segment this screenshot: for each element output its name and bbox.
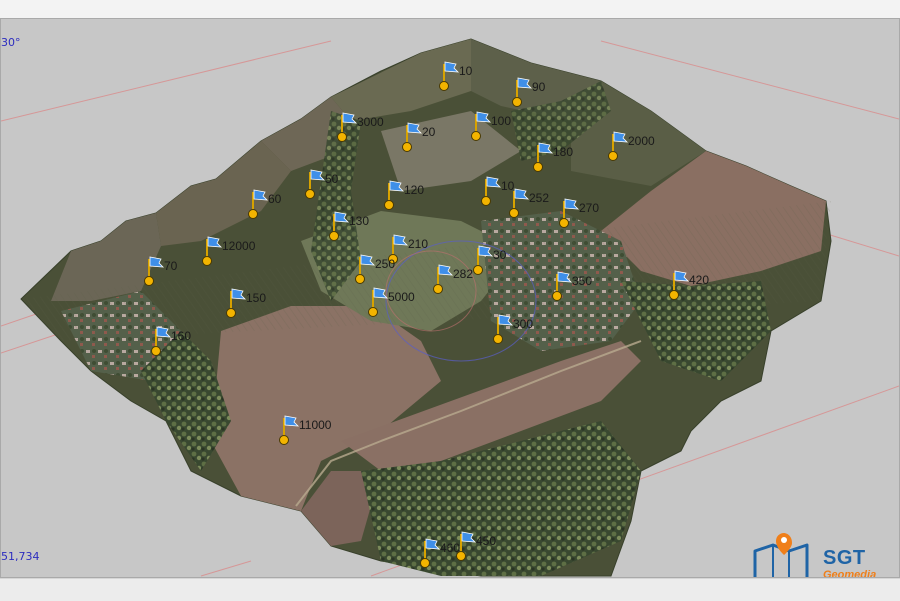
marker-label: 130	[349, 214, 369, 228]
marker-label: 60	[268, 192, 282, 206]
marker-pin-icon	[473, 265, 483, 275]
marker-label: 300	[513, 317, 533, 331]
marker-pin-icon	[402, 142, 412, 152]
marker-label: 100	[491, 114, 511, 128]
marker-pin-icon	[433, 284, 443, 294]
marker-label: 20	[422, 125, 436, 139]
marker-pin-icon	[512, 97, 522, 107]
marker-pin-icon	[533, 162, 543, 172]
marker-label: 282	[453, 267, 473, 281]
marker-pin-icon	[471, 131, 481, 141]
angle-readout: 30°	[1, 36, 21, 49]
marker-pin-icon	[559, 218, 569, 228]
coordinate-readout: 51,734	[1, 550, 40, 563]
marker-pin-icon	[439, 81, 449, 91]
terrain-scene: 10 90 3000 20 100 180 2000 60 50 120 10 252 270 130 12…	[1, 38, 899, 577]
marker-pin-icon	[202, 256, 212, 266]
marker-pin-icon	[669, 290, 679, 300]
marker-pin-icon	[337, 132, 347, 142]
map-pin-icon	[753, 533, 809, 577]
marker-pin-icon	[226, 308, 236, 318]
marker-pin-icon	[481, 196, 491, 206]
marker-pin-icon	[608, 151, 618, 161]
marker-label: 10	[459, 64, 473, 78]
marker-label: 3000	[357, 115, 384, 129]
map-3d-viewport[interactable]: 10 90 3000 20 100 180 2000 60 50 120 10 252 270 130 12…	[0, 18, 900, 578]
logo-brand: SGT	[823, 547, 866, 569]
marker-pin-icon	[509, 208, 519, 218]
marker-label: 120	[404, 183, 424, 197]
window-top-bar	[0, 0, 900, 18]
marker-pin-icon	[456, 551, 466, 561]
marker-label: 150	[246, 291, 266, 305]
marker-label: 180	[553, 145, 573, 159]
marker-pin-icon	[384, 200, 394, 210]
marker-pin-icon	[144, 276, 154, 286]
marker-pin-icon	[279, 435, 289, 445]
sgt-logo: SGT Geomedia	[751, 533, 891, 578]
marker-pin-icon	[355, 274, 365, 284]
marker-pin-icon	[552, 291, 562, 301]
marker-label: 10	[501, 179, 515, 193]
marker-label: 250	[375, 257, 395, 271]
marker-label: 350	[572, 274, 592, 288]
logo-subtitle: Geomedia	[823, 569, 877, 578]
marker-pin-icon	[368, 307, 378, 317]
marker-label: 270	[579, 201, 599, 215]
marker-label: 450	[476, 534, 496, 548]
window-status-bar	[0, 578, 900, 601]
marker-pin-icon	[420, 558, 430, 568]
marker-pin-icon	[151, 346, 161, 356]
marker-label: 30	[493, 248, 507, 262]
marker-label: 252	[529, 191, 549, 205]
marker-label: 50	[325, 172, 339, 186]
marker-pin-icon	[305, 189, 315, 199]
marker-label: 12000	[222, 239, 256, 253]
marker-pin-icon	[248, 209, 258, 219]
marker-pin-icon	[493, 334, 503, 344]
marker-label: 160	[171, 329, 191, 343]
marker-label: 90	[532, 80, 546, 94]
marker-label: 420	[689, 273, 709, 287]
marker-pin-icon	[329, 231, 339, 241]
marker-label: 70	[164, 259, 178, 273]
marker-label: 11000	[299, 418, 332, 432]
marker-label: 210	[408, 237, 428, 251]
marker-label: 5000	[388, 290, 415, 304]
marker-label: 2000	[628, 134, 655, 148]
